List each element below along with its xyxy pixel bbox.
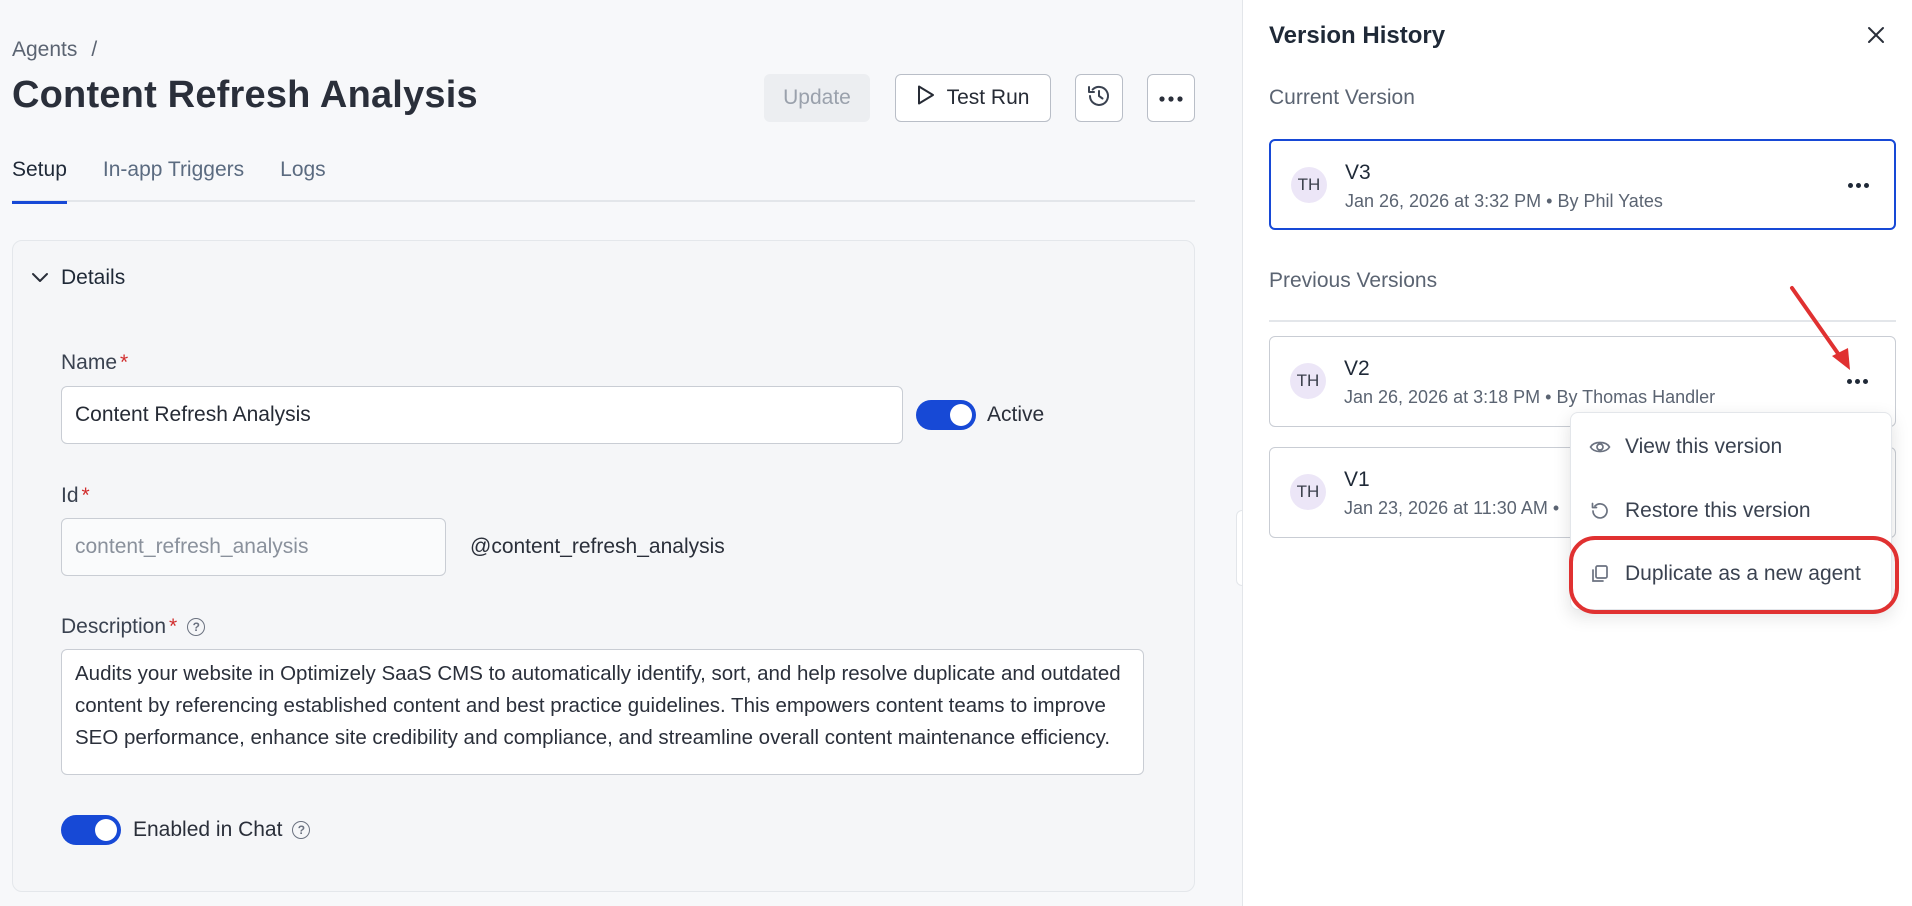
description-label: Description *? [61, 615, 206, 639]
id-input: content_refresh_analysis [61, 518, 446, 576]
description-label-text: Description [61, 615, 167, 638]
details-title: Details [61, 266, 126, 289]
details-toggle[interactable]: Details [31, 266, 125, 290]
history-icon [1086, 83, 1112, 114]
name-label: Name * [61, 351, 128, 375]
id-label-text: Id [61, 484, 79, 507]
version-name: V3 [1345, 161, 1371, 184]
description-textarea[interactable]: Audits your website in Optimizely SaaS C… [61, 649, 1144, 775]
required-mark: * [120, 351, 129, 374]
current-version-label: Current Version [1269, 86, 1415, 109]
tab-setup[interactable]: Setup [12, 156, 67, 204]
avatar: TH [1290, 474, 1326, 510]
active-label: Active [987, 403, 1045, 426]
more-icon [1159, 89, 1183, 107]
version-meta: Jan 26, 2026 at 3:18 PM • By Thomas Hand… [1344, 387, 1716, 407]
version-name: V1 [1344, 468, 1370, 491]
version-name: V2 [1344, 357, 1370, 380]
menu-item-restore-version[interactable]: Restore this version [1589, 499, 1811, 523]
tab-logs[interactable]: Logs [280, 156, 326, 202]
breadcrumb: Agents / [12, 38, 97, 62]
menu-item-label: View this version [1625, 435, 1783, 458]
enabled-in-chat-text: Enabled in Chat [133, 818, 283, 841]
page-title: Content Refresh Analysis [12, 74, 478, 116]
version-meta: Jan 26, 2026 at 3:32 PM • By Phil Yates [1345, 191, 1663, 211]
name-label-text: Name [61, 351, 118, 374]
play-icon [917, 85, 935, 111]
version-meta: Jan 23, 2026 at 11:30 AM • [1344, 498, 1560, 518]
panel-title: Version History [1269, 22, 1446, 49]
annotation-highlight-ring [1569, 536, 1899, 614]
required-mark: * [81, 484, 90, 507]
more-options-button[interactable] [1147, 74, 1195, 122]
main-area: Agents / Content Refresh Analysis Update… [0, 0, 1242, 906]
tab-in-app-triggers[interactable]: In-app Triggers [103, 156, 244, 202]
enabled-in-chat-label: Enabled in Chat? [133, 818, 311, 842]
avatar: TH [1290, 363, 1326, 399]
id-handle: @content_refresh_analysis [470, 535, 725, 558]
update-button[interactable]: Update [764, 74, 870, 122]
eye-icon [1589, 436, 1611, 458]
enabled-in-chat-toggle[interactable] [61, 815, 121, 845]
breadcrumb-separator: / [91, 38, 98, 61]
tab-bar: Setup In-app Triggers Logs [12, 156, 1195, 204]
name-input[interactable]: Content Refresh Analysis [61, 386, 903, 444]
previous-versions-label: Previous Versions [1269, 269, 1438, 292]
menu-item-view-version[interactable]: View this version [1589, 435, 1782, 459]
avatar: TH [1291, 167, 1327, 203]
test-run-label: Test Run [946, 86, 1030, 109]
more-icon[interactable] [1841, 175, 1875, 195]
required-mark: * [169, 615, 178, 638]
id-label: Id * [61, 484, 90, 508]
active-toggle[interactable] [916, 400, 976, 430]
breadcrumb-agents-link[interactable]: Agents [12, 38, 77, 62]
chevron-down-icon [31, 266, 49, 290]
current-version-card[interactable]: TH V3 Jan 26, 2026 at 3:32 PM • By Phil … [1269, 139, 1896, 230]
restore-icon [1589, 500, 1611, 522]
test-run-button[interactable]: Test Run [895, 74, 1051, 122]
close-icon[interactable] [1865, 24, 1887, 46]
details-card: Details Name * Content Refresh Analysis A… [12, 240, 1195, 892]
help-icon[interactable]: ? [187, 618, 206, 637]
version-history-button[interactable] [1075, 74, 1123, 122]
help-icon[interactable]: ? [292, 821, 311, 840]
annotation-arrow [1790, 286, 1850, 370]
menu-item-label: Restore this version [1625, 499, 1811, 522]
